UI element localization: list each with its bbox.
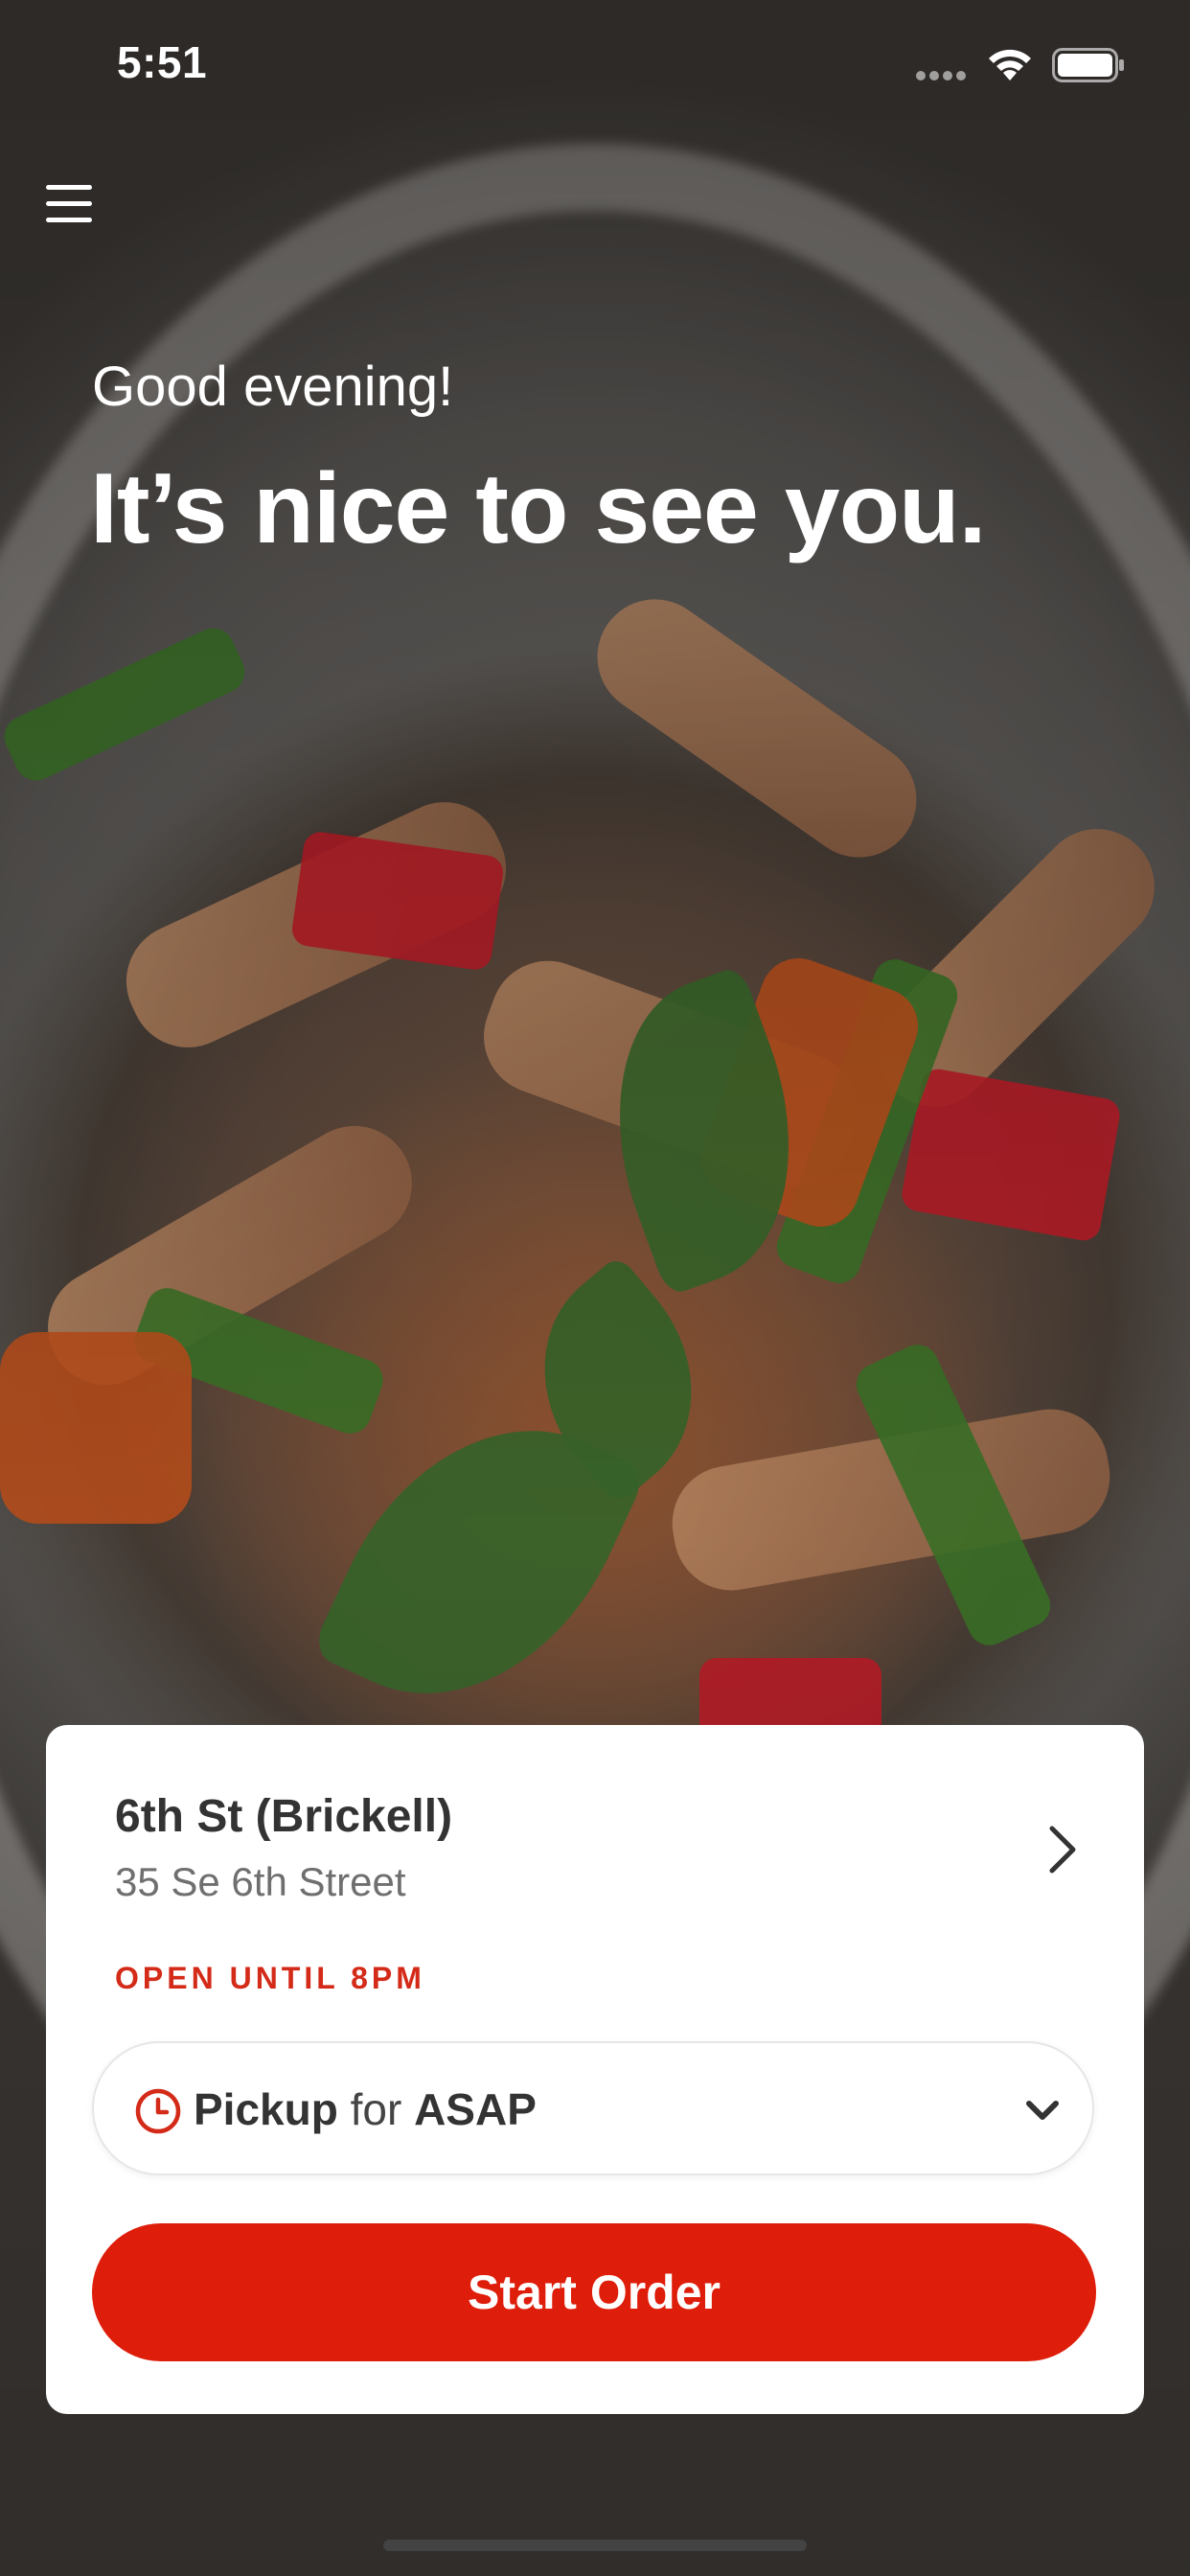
store-name[interactable]: 6th St (Brickell) — [115, 1790, 452, 1843]
open-status-label: OPEN UNTIL 8PM — [115, 1961, 425, 1995]
cellular-signal-icon — [916, 71, 966, 80]
menu-bar — [46, 217, 92, 222]
location-card: 6th St (Brickell) 35 Se 6th Street OPEN … — [46, 1725, 1144, 2414]
status-bar: 5:51 — [0, 0, 1190, 129]
order-connector: for — [350, 2084, 402, 2134]
chevron-right-icon[interactable] — [1033, 1821, 1090, 1878]
start-order-button[interactable]: Start Order — [92, 2223, 1096, 2361]
clock-icon — [135, 2088, 181, 2134]
battery-icon — [1052, 48, 1124, 82]
home-indicator[interactable] — [383, 2540, 807, 2551]
order-type-value: Pickup for ASAP — [194, 2083, 537, 2135]
menu-bar — [46, 200, 92, 206]
greeting-text: Good evening! — [92, 356, 454, 418]
order-time: ASAP — [414, 2084, 537, 2134]
chevron-down-icon — [1026, 2101, 1059, 2120]
status-time: 5:51 — [117, 37, 208, 87]
order-type-dropdown[interactable]: Pickup for ASAP — [92, 2041, 1094, 2175]
wifi-icon — [989, 49, 1031, 80]
hamburger-menu-icon[interactable] — [38, 172, 100, 234]
app-screen: 5:51 Good evening! It’s nice to see you.… — [0, 0, 1190, 2576]
menu-bar — [46, 184, 92, 190]
order-mode: Pickup — [194, 2084, 338, 2134]
welcome-headline: It’s nice to see you. — [90, 453, 987, 564]
store-address: 35 Se 6th Street — [115, 1859, 406, 1904]
